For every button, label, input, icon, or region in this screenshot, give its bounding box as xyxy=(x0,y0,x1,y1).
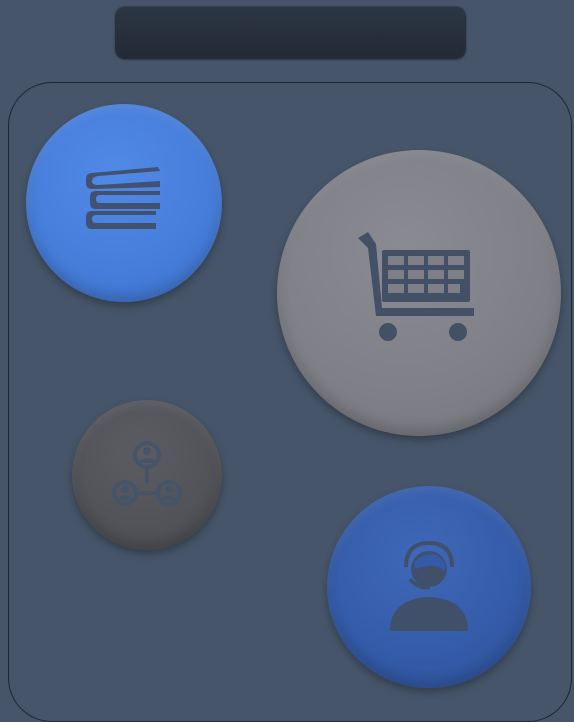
top-bar xyxy=(115,6,466,59)
books-icon xyxy=(78,157,170,249)
user-network-icon xyxy=(111,439,183,511)
support-button[interactable] xyxy=(327,486,531,688)
support-agent-icon xyxy=(386,539,472,635)
library-button[interactable] xyxy=(26,104,222,302)
cart-button[interactable] xyxy=(277,150,561,436)
network-button[interactable] xyxy=(72,400,222,550)
shopping-cart-icon xyxy=(354,228,484,358)
